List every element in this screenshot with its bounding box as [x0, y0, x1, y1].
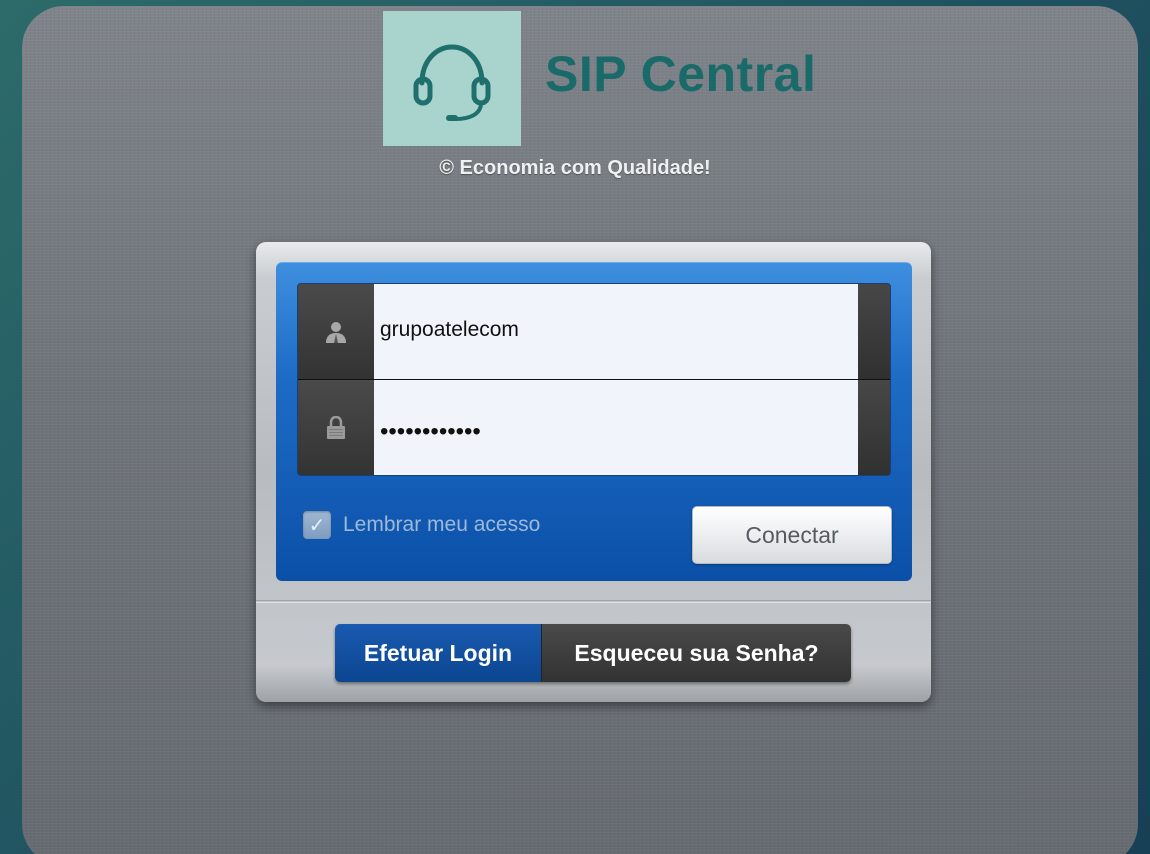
lock-icon — [327, 416, 345, 439]
remember-me[interactable]: ✓ Lembrar meu acesso — [303, 511, 540, 539]
password-field-end — [858, 380, 890, 475]
tab-login[interactable]: Efetuar Login — [335, 624, 541, 682]
tab-forgot-password[interactable]: Esqueceu sua Senha? — [541, 624, 851, 682]
logo — [383, 11, 521, 146]
connect-button[interactable]: Conectar — [692, 506, 892, 564]
tagline: © Economia com Qualidade! — [439, 157, 711, 179]
username-field-end — [858, 284, 890, 379]
login-panel: ✓ Lembrar meu acesso Conectar Efetuar Lo… — [256, 242, 931, 702]
lock-icon-cell — [298, 380, 374, 475]
remember-checkbox[interactable]: ✓ — [303, 511, 331, 539]
headset-icon — [413, 43, 491, 121]
panel-divider — [256, 600, 931, 603]
credentials-group — [297, 283, 891, 476]
mode-tabs: Efetuar Login Esqueceu sua Senha? — [335, 624, 851, 682]
password-row — [298, 380, 890, 475]
username-input[interactable] — [374, 284, 860, 379]
user-icon — [326, 321, 346, 343]
user-icon-cell — [298, 284, 374, 379]
remember-label: Lembrar meu acesso — [343, 513, 541, 536]
username-row — [298, 284, 890, 380]
login-form: ✓ Lembrar meu acesso Conectar — [276, 262, 912, 581]
password-input[interactable] — [374, 380, 860, 475]
brand-name: SIP Central — [545, 46, 817, 102]
